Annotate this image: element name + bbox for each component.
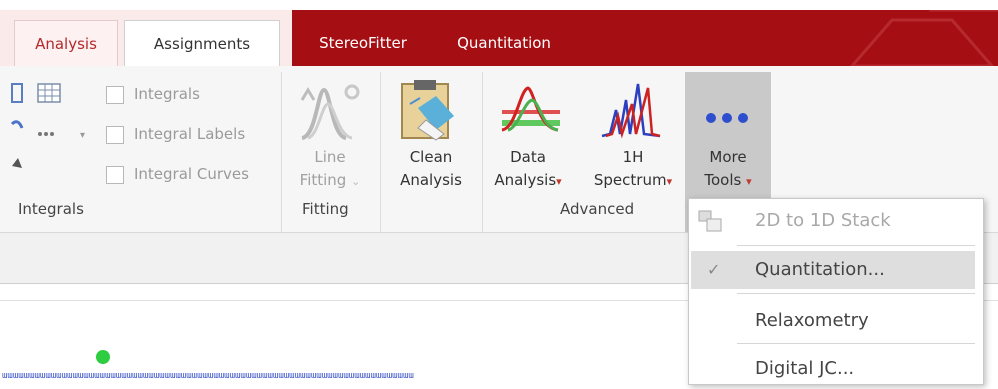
- menu-item-label: Relaxometry: [755, 310, 869, 331]
- clean-analysis-icon: [401, 80, 454, 141]
- menu-item-label: 2D to 1D Stack: [755, 210, 891, 231]
- more-tools-label-1: More: [709, 148, 747, 166]
- chevron-down-icon: ▾: [666, 175, 673, 188]
- data-analysis-button[interactable]: Data Analysis▾: [488, 146, 568, 193]
- spectrum-1h-button[interactable]: 1H Spectrum▾: [586, 146, 680, 193]
- tab-assignments[interactable]: Assignments: [124, 20, 280, 66]
- svg-text:ɯɯɯɯɯɯɯɯɯɯɯɯɯɯɯɯɯɯɯɯɯɯɯɯɯɯɯɯɯɯ: ɯɯɯɯɯɯɯɯɯɯɯɯɯɯɯɯɯɯɯɯɯɯɯɯɯɯɯɯɯɯɯɯɯɯɯɯɯɯɯɯ…: [2, 371, 414, 381]
- menu-item-label: Digital JC...: [755, 358, 855, 379]
- spectrum-1h-icon: [601, 83, 661, 139]
- more-tools-dropdown: 2D to 1D Stack ✓ Quantitation... Relaxom…: [688, 198, 984, 385]
- chevron-down-icon: ▾: [746, 175, 752, 188]
- integrals-checkbox[interactable]: [106, 86, 124, 104]
- stack-icon: [698, 210, 722, 232]
- integral-curves-checkbox-label: Integral Curves: [134, 165, 249, 183]
- group-label-advanced: Advanced: [560, 200, 635, 218]
- integral-labels-checkbox-label: Integral Labels: [134, 125, 246, 143]
- group-label-integrals: Integrals: [18, 200, 84, 218]
- check-icon: ✓: [707, 260, 721, 279]
- spectrum-1h-label-1: 1H: [622, 148, 644, 166]
- more-tools-label-2: Tools: [704, 171, 742, 189]
- menu-divider: [737, 245, 975, 246]
- group-divider: [380, 72, 381, 234]
- more-dots-icon: [706, 113, 748, 123]
- group-label-fitting: Fitting: [302, 200, 349, 218]
- chevron-down-icon[interactable]: ▾: [80, 130, 85, 141]
- menu-item-relaxometry[interactable]: Relaxometry: [689, 299, 983, 343]
- data-analysis-label-1: Data: [510, 148, 546, 166]
- clean-analysis-label-1: Clean: [409, 148, 453, 166]
- menu-item-label: Quantitation...: [755, 259, 885, 280]
- integral-curves-checkbox[interactable]: [106, 166, 124, 184]
- spectrum-1h-label-2: Spectrum: [593, 171, 667, 189]
- tab-quantitation[interactable]: Quantitation: [436, 20, 572, 66]
- menu-item-2d-to-1d-stack: 2D to 1D Stack: [689, 199, 983, 243]
- menu-item-quantitation[interactable]: ✓ Quantitation...: [691, 251, 975, 289]
- integral-tools-icons[interactable]: [8, 80, 68, 190]
- integral-labels-checkbox[interactable]: [106, 126, 124, 144]
- menu-divider: [737, 343, 975, 344]
- peak-marker: [96, 350, 110, 364]
- group-divider: [482, 72, 483, 234]
- tab-analysis[interactable]: Analysis: [14, 20, 118, 66]
- axis-ticks: ɯɯɯɯɯɯɯɯɯɯɯɯɯɯɯɯɯɯɯɯɯɯɯɯɯɯɯɯɯɯɯɯɯɯɯɯɯɯɯɯ…: [2, 371, 414, 381]
- menu-item-digital-jc[interactable]: Digital JC...: [689, 349, 983, 389]
- group-divider: [281, 72, 282, 234]
- line-fitting-icon: [300, 84, 360, 140]
- line-fitting-label-1: Line: [314, 148, 346, 166]
- tab-stereofitter[interactable]: StereoFitter: [298, 20, 428, 66]
- line-fitting-button[interactable]: Line Fitting ⌄: [294, 146, 366, 193]
- data-analysis-label-2: Analysis: [494, 171, 557, 189]
- menu-divider: [737, 293, 975, 294]
- clean-analysis-button[interactable]: Clean Analysis: [392, 146, 470, 192]
- line-fitting-label-2: Fitting: [299, 171, 347, 189]
- chevron-down-icon: ▾: [556, 175, 562, 188]
- data-analysis-icon: [501, 86, 560, 132]
- integrals-checkbox-label: Integrals: [134, 85, 200, 103]
- chevron-down-icon: ⌄: [351, 175, 361, 188]
- clean-analysis-label-2: Analysis: [400, 171, 462, 189]
